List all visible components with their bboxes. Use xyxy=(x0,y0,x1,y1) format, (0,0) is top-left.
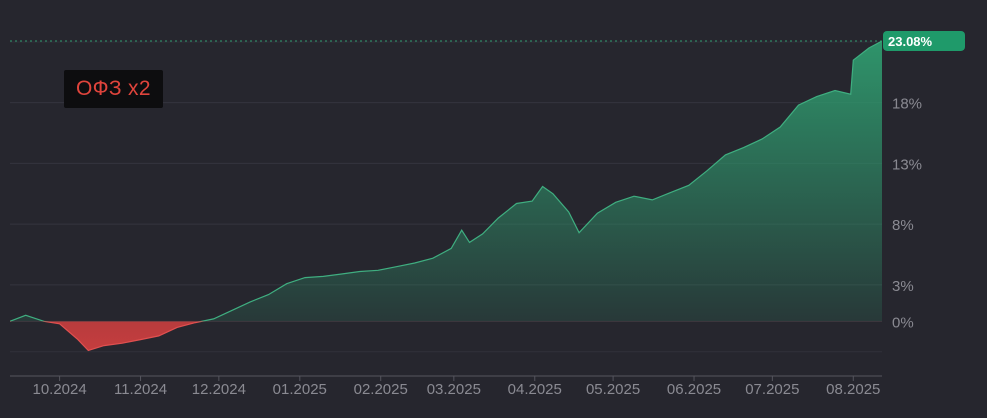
data-point xyxy=(340,273,342,275)
data-point xyxy=(414,262,416,264)
data-point xyxy=(377,269,379,271)
data-point xyxy=(633,195,635,197)
data-point xyxy=(578,232,580,234)
y-tick-label: 3% xyxy=(892,278,914,295)
chart-root: 0% 3% 8% 13% 18% 10.2024 11.2024 12.2024 01.2025… xyxy=(0,0,987,418)
data-point xyxy=(121,342,123,344)
y-tick-label: 13% xyxy=(892,156,922,173)
data-point xyxy=(231,309,233,311)
x-tick-label: 04.2025 xyxy=(508,381,562,398)
data-point xyxy=(868,47,870,49)
data-point xyxy=(43,320,45,322)
data-point xyxy=(761,138,763,140)
data-point xyxy=(852,59,854,61)
data-point xyxy=(669,191,671,193)
data-point xyxy=(139,338,141,340)
data-point xyxy=(395,266,397,268)
data-point xyxy=(58,323,60,325)
performance-chart: 0% 3% 8% 13% 18% 10.2024 11.2024 12.2024 01.2025… xyxy=(9,30,965,398)
data-point xyxy=(816,95,818,97)
data-point xyxy=(688,184,690,186)
x-tick-label: 03.2025 xyxy=(427,381,481,398)
x-tick-label: 01.2025 xyxy=(273,381,327,398)
data-point xyxy=(706,170,708,172)
data-point xyxy=(834,89,836,91)
x-tick-label: 06.2025 xyxy=(667,381,721,398)
data-point xyxy=(25,314,27,316)
data-point xyxy=(779,126,781,128)
data-point xyxy=(742,146,744,148)
data-point xyxy=(77,338,79,340)
y-tick-label: 18% xyxy=(892,96,922,113)
data-point xyxy=(541,185,543,187)
data-point xyxy=(212,318,214,320)
data-point xyxy=(103,344,105,346)
data-point xyxy=(432,257,434,259)
series-legend: ОФЗ x2 xyxy=(64,70,163,108)
data-point xyxy=(249,301,251,303)
data-point xyxy=(304,276,306,278)
data-point xyxy=(450,247,452,249)
data-point xyxy=(9,320,11,322)
x-tick-label: 07.2025 xyxy=(745,381,799,398)
data-point xyxy=(850,93,852,95)
data-point xyxy=(481,233,483,235)
current-value-label: 23.08% xyxy=(888,34,933,49)
x-tick-label: 02.2025 xyxy=(354,381,408,398)
data-point xyxy=(531,200,533,202)
data-point xyxy=(615,201,617,203)
data-point xyxy=(515,202,517,204)
x-tick-label: 05.2025 xyxy=(586,381,640,398)
data-point xyxy=(359,270,361,272)
data-point xyxy=(176,326,178,328)
x-tick-label: 10.2024 xyxy=(32,381,86,398)
data-point xyxy=(322,275,324,277)
y-tick-label: 0% xyxy=(892,314,914,331)
data-point xyxy=(461,229,463,231)
data-point xyxy=(797,104,799,106)
data-point xyxy=(267,293,269,295)
data-point xyxy=(724,154,726,156)
data-point xyxy=(158,335,160,337)
data-point xyxy=(568,211,570,213)
data-point xyxy=(497,217,499,219)
data-point xyxy=(194,321,196,323)
data-point xyxy=(651,199,653,201)
data-point xyxy=(552,193,554,195)
x-tick-label: 12.2024 xyxy=(192,381,246,398)
y-tick-label: 8% xyxy=(892,217,914,234)
data-point xyxy=(468,241,470,243)
x-tick-label: 11.2024 xyxy=(114,381,167,398)
data-point xyxy=(87,349,89,351)
x-tick-label: 08.2025 xyxy=(826,381,880,398)
data-point xyxy=(596,212,598,214)
data-point xyxy=(286,283,288,285)
